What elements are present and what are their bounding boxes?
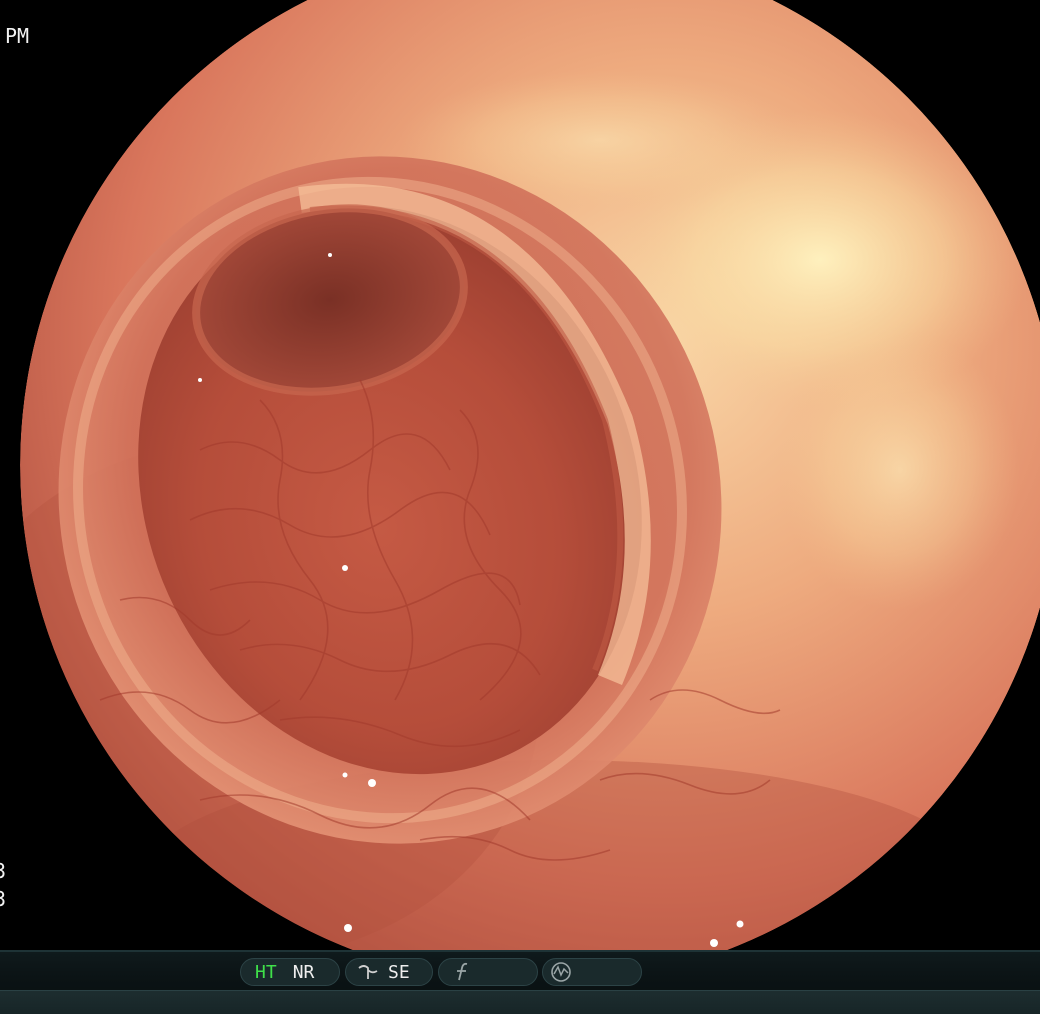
function-indicator <box>438 958 538 986</box>
ht-nr-indicator: HT NR <box>240 958 340 986</box>
se-indicator: SE <box>345 958 433 986</box>
ht-label: HT <box>255 961 277 983</box>
endoscopic-image <box>0 0 1040 950</box>
waveform-circle-icon <box>549 961 573 983</box>
se-label: SE <box>388 961 410 983</box>
left-info-line-2: 3 <box>0 887 7 911</box>
left-info-line-1: 3 <box>0 859 7 883</box>
time-suffix-label: PM <box>5 24 30 48</box>
structure-enhance-icon <box>356 961 380 983</box>
nr-label: NR <box>292 961 315 983</box>
colon-lumen-view <box>0 0 1040 950</box>
waveform-indicator <box>542 958 642 986</box>
endoscope-screen: PM 3 3 HT NR SE <box>0 0 1040 1014</box>
status-bar-stripe <box>0 990 1040 1014</box>
function-f-icon <box>451 961 475 983</box>
status-bar: HT NR SE <box>0 950 1040 1014</box>
